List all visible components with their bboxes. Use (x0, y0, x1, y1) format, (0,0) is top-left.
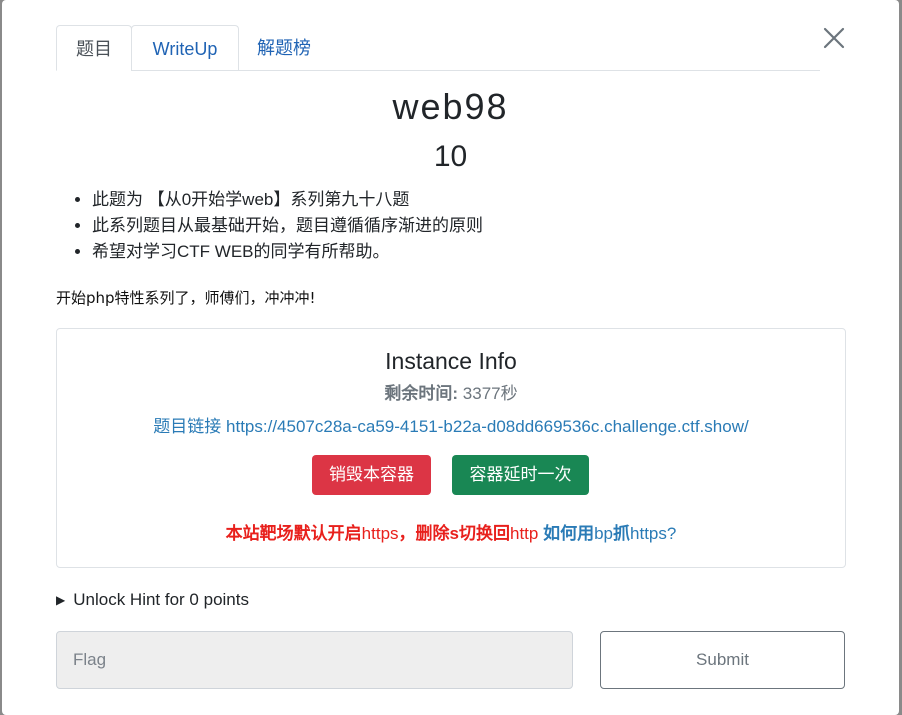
submit-button[interactable]: Submit (600, 631, 845, 689)
challenge-note: 开始php特性系列了，师傅们，冲冲冲! (56, 289, 316, 307)
unlock-hint-label: Unlock Hint for 0 points (73, 590, 249, 609)
remaining-time-label: 剩余时间: (384, 384, 459, 403)
disclosure-triangle-icon: ▶ (56, 593, 66, 607)
instance-info-title: Instance Info (385, 348, 517, 374)
remaining-time-value: 3377秒 (462, 384, 518, 403)
tab-solves[interactable]: 解题榜 (243, 25, 325, 71)
description-item: 此题为 【从0开始学web】系列第九十八题 (92, 187, 483, 213)
bp-https-help-link[interactable]: 如何用bp抓https? (543, 524, 676, 543)
tab-writeup[interactable]: WriteUp (131, 25, 239, 71)
challenge-modal: 题目 WriteUp 解题榜 web98 10 此题为 【从0开始学web】系列… (2, 0, 899, 715)
description-item: 此系列题目从最基础开始，题目遵循循序渐进的原则 (92, 213, 483, 239)
challenge-tabs: 题目 WriteUp 解题榜 (56, 25, 820, 71)
challenge-link-label[interactable]: 题目链接 (153, 417, 221, 436)
challenge-link[interactable]: 题目链接 https://4507c28a-ca59-4151-b22a-d08… (57, 412, 845, 437)
challenge-title: web98 (392, 86, 509, 127)
challenge-link-url[interactable]: https://4507c28a-ca59-4151-b22a-d08dd669… (226, 417, 749, 436)
challenge-points: 10 (433, 140, 468, 173)
instance-info-card: Instance Info 剩余时间: 3377秒 题目链接 https://4… (56, 328, 846, 568)
https-warning: 本站靶场默认开启https，删除s切换回http (225, 524, 539, 543)
tab-challenge[interactable]: 题目 (56, 25, 132, 71)
remaining-time: 剩余时间: 3377秒 (57, 379, 845, 404)
unlock-hint-toggle[interactable]: ▶ Unlock Hint for 0 points (56, 588, 249, 612)
extend-container-button[interactable]: 容器延时一次 (452, 455, 589, 495)
description-item: 希望对学习CTF WEB的同学有所帮助。 (92, 239, 483, 265)
challenge-description: 此题为 【从0开始学web】系列第九十八题 此系列题目从最基础开始，题目遵循循序… (92, 187, 483, 265)
https-notice: 本站靶场默认开启https，删除s切换回http 如何用bp抓https? (57, 519, 845, 544)
close-icon[interactable] (820, 24, 848, 52)
destroy-container-button[interactable]: 销毁本容器 (312, 455, 431, 495)
flag-input[interactable] (56, 631, 573, 689)
